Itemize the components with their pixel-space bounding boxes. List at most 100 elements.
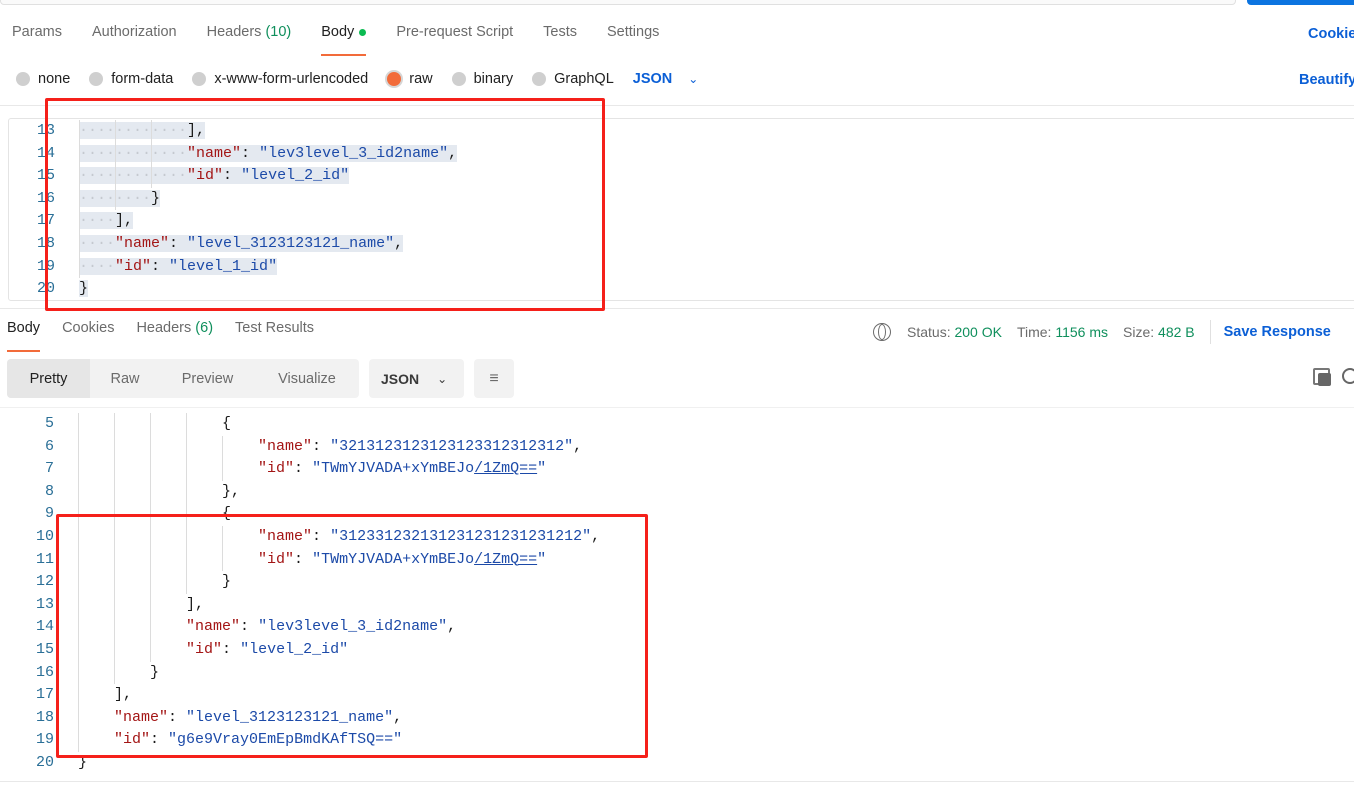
tab-label: Body bbox=[7, 320, 41, 336]
size[interactable]: Size: 482 B bbox=[1123, 324, 1195, 340]
json-key: "name" bbox=[186, 618, 241, 636]
status[interactable]: Status: 200 OK bbox=[907, 324, 1002, 340]
divider bbox=[0, 105, 1354, 106]
line-number: 19 bbox=[36, 257, 55, 275]
radio-raw[interactable]: raw bbox=[387, 71, 433, 87]
indent-guide bbox=[114, 526, 115, 549]
indent-guide bbox=[114, 616, 115, 639]
view-raw[interactable]: Raw bbox=[90, 359, 160, 398]
view-visualize[interactable]: Visualize bbox=[255, 359, 359, 398]
response-format-dropdown[interactable]: JSON ⌄ bbox=[369, 359, 464, 398]
tab-response-cookies[interactable]: Cookies bbox=[62, 320, 114, 350]
view-pretty[interactable]: Pretty bbox=[7, 359, 90, 398]
indent-guide bbox=[114, 413, 115, 436]
json-key: "name" bbox=[187, 144, 242, 162]
indent-guide bbox=[151, 142, 152, 166]
tab-params[interactable]: Params bbox=[12, 24, 62, 54]
indent-guide bbox=[79, 142, 80, 166]
radio-form-data[interactable]: form-data bbox=[89, 71, 173, 87]
code-line: ], bbox=[78, 594, 204, 617]
language-label: JSON bbox=[632, 71, 673, 87]
indent-guide bbox=[115, 165, 116, 188]
tab-body[interactable]: Body bbox=[321, 24, 367, 56]
json-key: "id" bbox=[258, 460, 295, 478]
indent-guide bbox=[186, 458, 187, 481]
line-number: 19 bbox=[35, 731, 54, 749]
tab-label: Pre-request Script bbox=[396, 24, 514, 40]
copy-icon[interactable] bbox=[1313, 368, 1331, 386]
tab-label: Headers bbox=[136, 320, 192, 336]
indent-guide bbox=[115, 187, 116, 211]
divider bbox=[0, 308, 1354, 309]
tab-test-results[interactable]: Test Results bbox=[235, 320, 314, 350]
chevron-down-icon: ⌄ bbox=[437, 371, 448, 386]
indent-guide bbox=[78, 729, 79, 752]
view-preview[interactable]: Preview bbox=[160, 359, 255, 398]
radio-selected-icon bbox=[387, 72, 402, 86]
tab-label: Body bbox=[321, 24, 355, 40]
wrap-lines-button[interactable]: ≡ bbox=[474, 359, 514, 398]
tab-response-headers[interactable]: Headers (6) bbox=[136, 320, 213, 350]
json-punctuation: : bbox=[151, 257, 170, 275]
code-line: ············], bbox=[79, 120, 206, 143]
json-punctuation: ], bbox=[186, 595, 205, 613]
tab-pre-request-script[interactable]: Pre-request Script bbox=[396, 24, 513, 54]
cookies-link[interactable]: Cookies bbox=[1308, 26, 1354, 42]
line-number: 18 bbox=[36, 235, 55, 252]
code-text: "id": "TWmYJVADA+xYmBEJo/1ZmQ==" bbox=[78, 460, 546, 477]
tab-label: Settings bbox=[607, 24, 660, 40]
time[interactable]: Time: 1156 ms bbox=[1017, 324, 1108, 340]
json-key: "name" bbox=[258, 528, 313, 545]
url-input[interactable] bbox=[0, 0, 1236, 5]
indent-guide bbox=[151, 165, 152, 188]
save-response-button[interactable]: Save Response bbox=[1224, 324, 1331, 340]
radio-binary[interactable]: binary bbox=[451, 71, 513, 87]
code-line: ············"name": "lev3level_3_id2name… bbox=[79, 143, 458, 166]
json-key: "id" bbox=[186, 641, 223, 658]
radio-label: GraphQL bbox=[554, 71, 614, 87]
chevron-down-icon: ⌄ bbox=[688, 72, 699, 86]
send-button[interactable] bbox=[1247, 0, 1354, 5]
request-body-editor[interactable]: 13 ············], 14 ············"name": "l… bbox=[8, 118, 1354, 301]
radio-label: none bbox=[38, 71, 71, 87]
radio-graphql[interactable]: GraphQL bbox=[532, 71, 614, 87]
line-number: 20 bbox=[36, 280, 55, 298]
json-punctuation: : bbox=[294, 550, 313, 568]
indent-guide bbox=[114, 503, 115, 526]
radio-label: form-data bbox=[111, 71, 174, 87]
radio-icon bbox=[192, 72, 207, 86]
divider bbox=[1209, 320, 1211, 344]
response-tabs: Body Cookies Headers (6) Test Results bbox=[7, 320, 336, 352]
tab-tests[interactable]: Tests bbox=[543, 24, 577, 54]
json-key: "id" bbox=[258, 550, 295, 568]
line-number: 20 bbox=[35, 754, 54, 771]
globe-icon[interactable] bbox=[873, 323, 891, 341]
line-number: 17 bbox=[35, 686, 54, 704]
code-text: "name": "3213123123123123312312312", bbox=[78, 438, 582, 455]
indent-guide bbox=[78, 616, 79, 639]
tab-settings[interactable]: Settings bbox=[607, 24, 659, 54]
indent-guide bbox=[150, 571, 151, 594]
line-number: 13 bbox=[35, 595, 54, 613]
indent-guide bbox=[150, 548, 151, 572]
tab-response-body[interactable]: Body bbox=[7, 320, 41, 352]
response-body-viewer[interactable]: 5 {6 "name": "3213123123123123312312312"… bbox=[0, 413, 1354, 773]
json-value: "level_2_id" bbox=[240, 641, 349, 658]
code-text: } bbox=[79, 280, 89, 298]
indent-guide bbox=[114, 661, 115, 685]
line-number: 6 bbox=[44, 437, 54, 455]
json-punctuation: } bbox=[222, 573, 232, 591]
language-dropdown[interactable]: JSON ⌄ bbox=[633, 71, 699, 87]
json-punctuation: : bbox=[312, 437, 331, 455]
radio-x-www-form-urlencoded[interactable]: x-www-form-urlencoded bbox=[192, 71, 368, 87]
tab-authorization[interactable]: Authorization bbox=[92, 24, 177, 54]
beautify-link[interactable]: Beautify bbox=[1299, 72, 1354, 88]
radio-none[interactable]: none bbox=[16, 71, 70, 87]
json-value: /1ZmQ== bbox=[474, 460, 538, 478]
json-punctuation: , bbox=[447, 618, 457, 636]
tab-headers[interactable]: Headers (10) bbox=[207, 24, 292, 54]
search-icon[interactable] bbox=[1342, 368, 1354, 384]
code-text: }, bbox=[78, 483, 240, 500]
